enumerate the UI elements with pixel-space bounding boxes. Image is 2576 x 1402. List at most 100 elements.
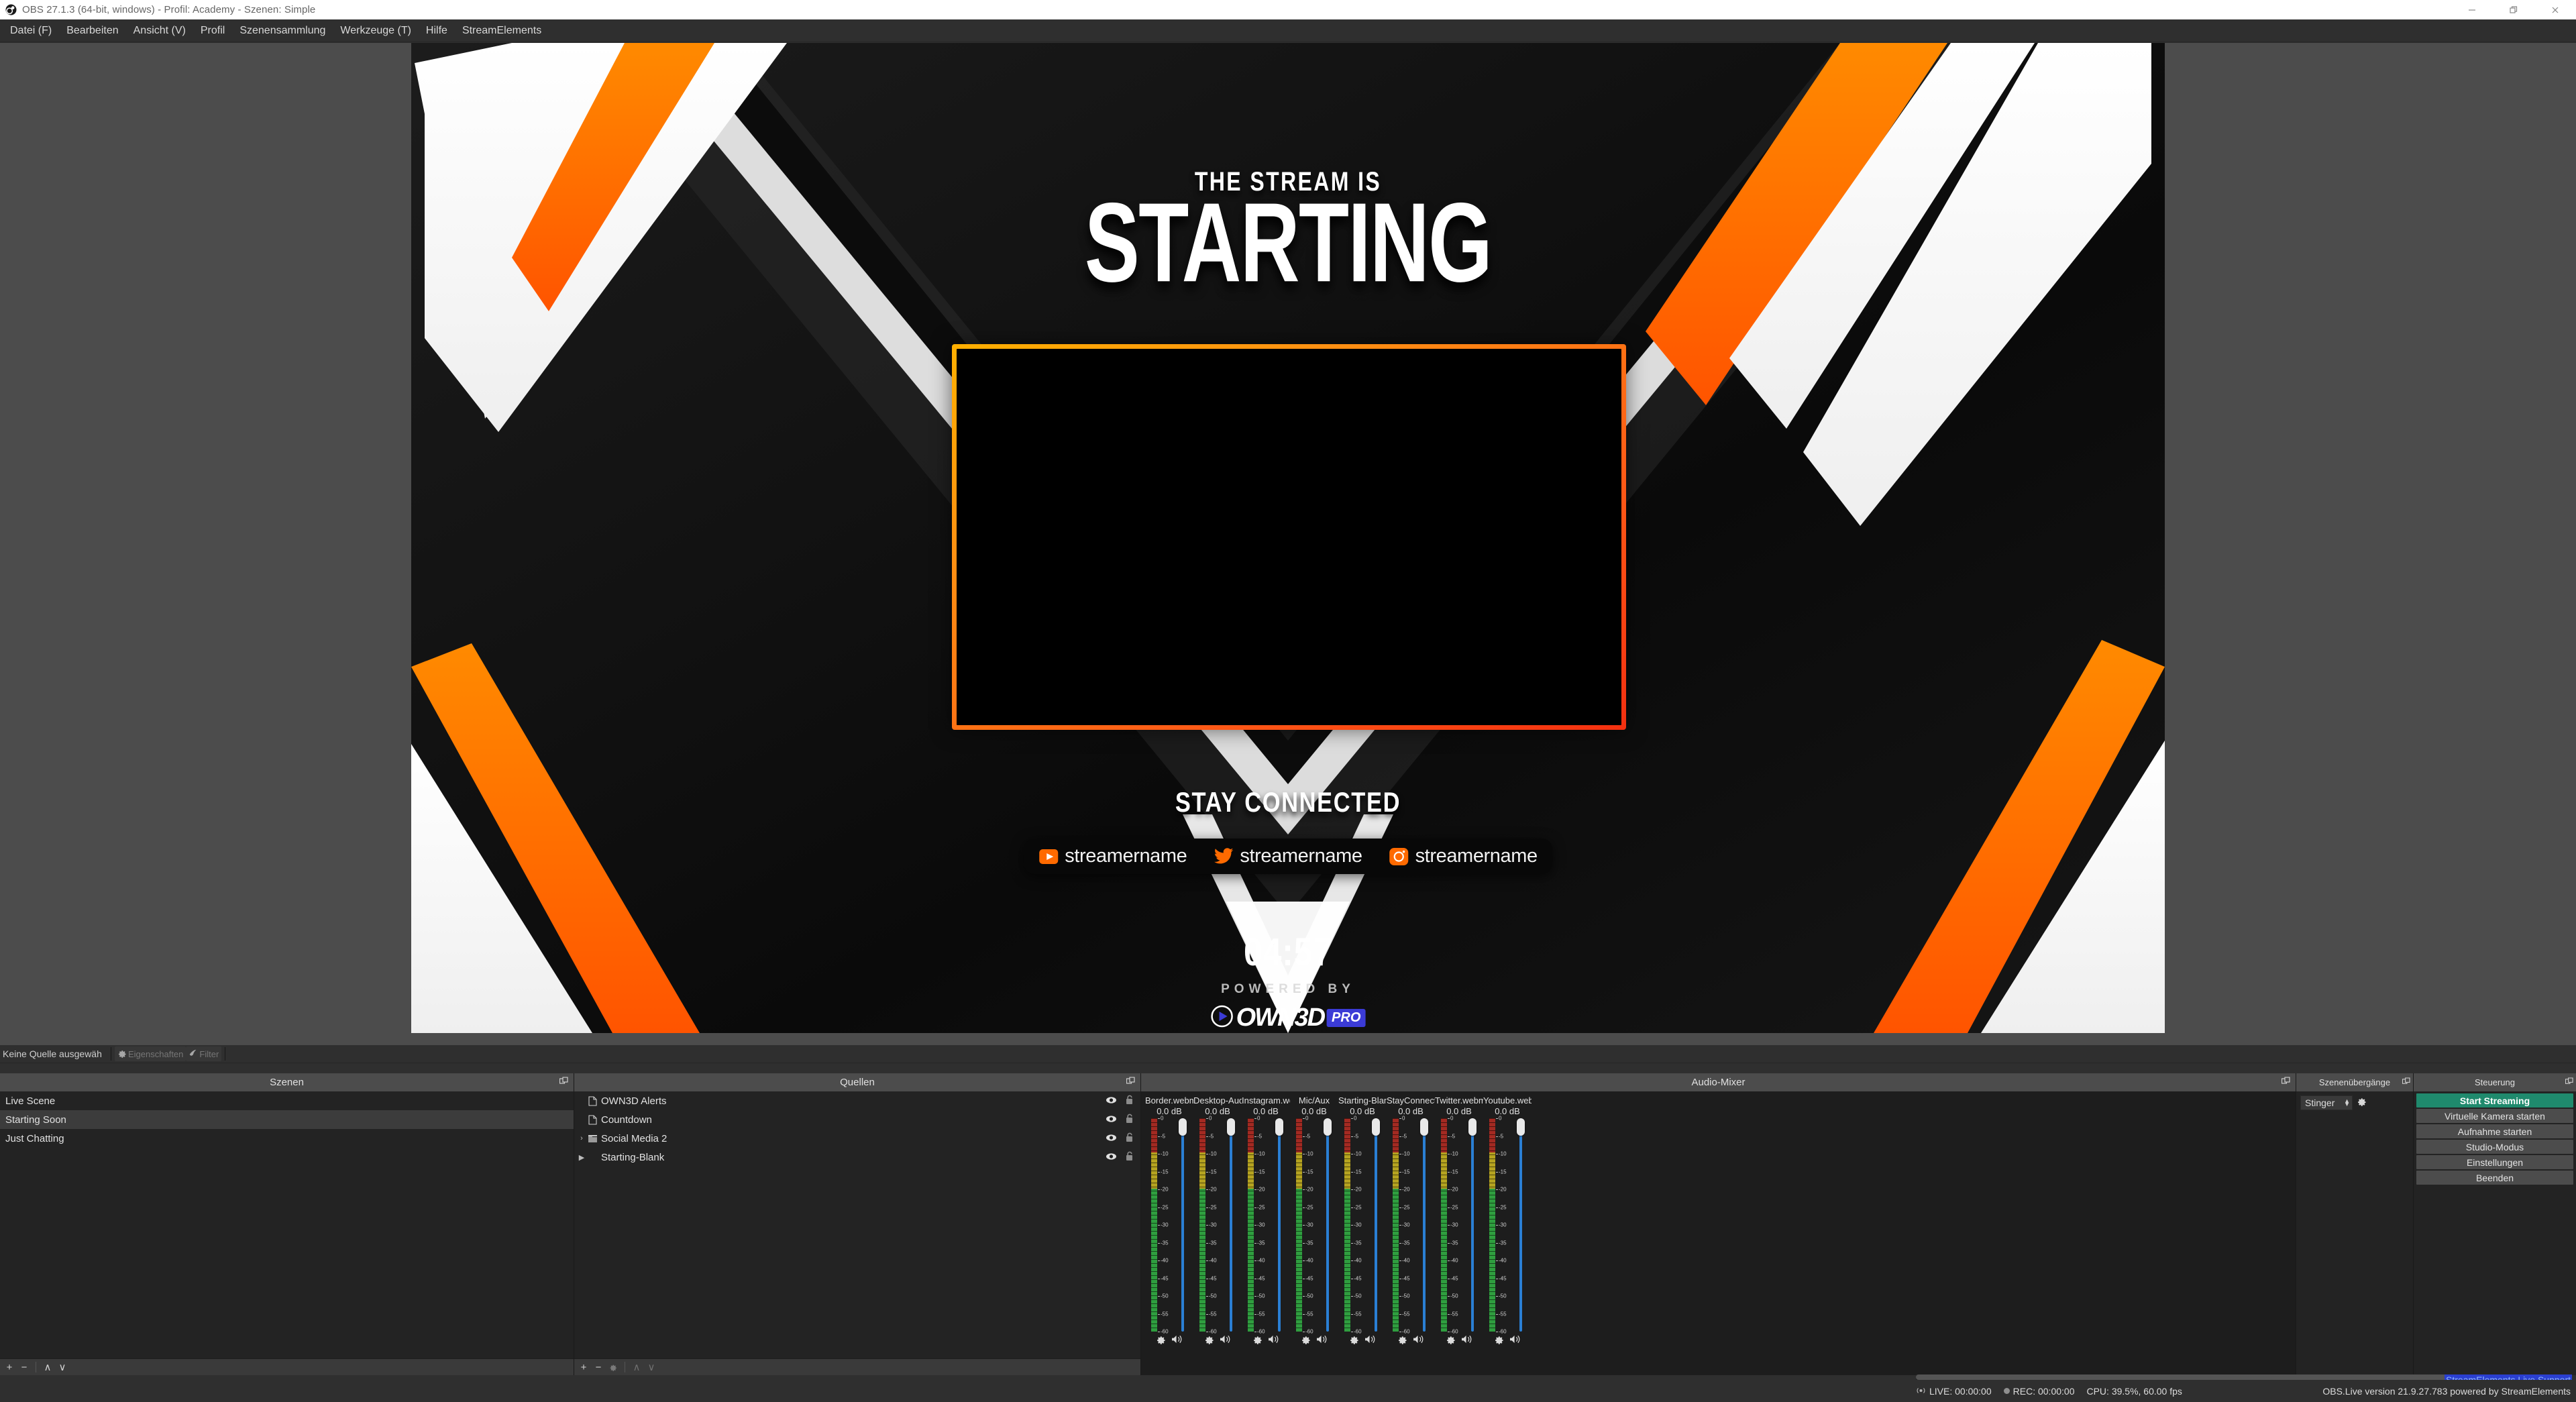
filters-button[interactable]: Filter <box>186 1046 222 1061</box>
undock-icon[interactable] <box>2565 1077 2573 1088</box>
move-scene-up-button[interactable]: ∧ <box>41 1360 54 1374</box>
source-item-starting-blank[interactable]: ▶ Starting-Blank <box>574 1148 1140 1167</box>
volume-fader-knob[interactable] <box>1372 1118 1380 1136</box>
eye-icon[interactable] <box>1106 1114 1117 1126</box>
volume-fader-track[interactable] <box>1423 1134 1426 1332</box>
speaker-icon[interactable] <box>1364 1334 1376 1344</box>
menu-item-ansicht[interactable]: Ansicht (V) <box>126 22 193 40</box>
mixer-channels[interactable]: Border.webm 0.0 dB 0 -5 -10 -15 -20 -25 -30 -35 -4… <box>1141 1091 2296 1375</box>
add-source-button[interactable]: + <box>577 1360 590 1374</box>
volume-fader-knob[interactable] <box>1468 1118 1477 1136</box>
unlock-icon[interactable] <box>1125 1095 1134 1108</box>
scene-item-starting-soon[interactable]: Starting Soon <box>0 1110 574 1129</box>
volume-fader-track[interactable] <box>1278 1134 1281 1332</box>
speaker-icon[interactable] <box>1509 1334 1521 1344</box>
gear-icon[interactable] <box>1156 1334 1166 1344</box>
undock-icon[interactable] <box>1126 1076 1135 1088</box>
menu-item-bearbeiten[interactable]: Bearbeiten <box>59 22 125 40</box>
volume-fader-knob[interactable] <box>1517 1118 1525 1136</box>
scene-item-live-scene[interactable]: Live Scene <box>0 1091 574 1110</box>
volume-fader-track[interactable] <box>1326 1134 1329 1332</box>
undock-icon[interactable] <box>559 1076 568 1088</box>
gear-icon[interactable] <box>1252 1334 1263 1344</box>
menu-item-streamelements[interactable]: StreamElements <box>455 22 549 40</box>
eye-icon[interactable] <box>1106 1133 1117 1144</box>
speaker-icon[interactable] <box>1268 1334 1279 1344</box>
volume-fader[interactable] <box>1323 1118 1332 1332</box>
volume-fader-track[interactable] <box>1375 1134 1377 1332</box>
gear-icon[interactable] <box>1397 1334 1407 1344</box>
volume-fader[interactable] <box>1516 1118 1525 1332</box>
volume-fader[interactable] <box>1371 1118 1381 1332</box>
properties-button[interactable]: Eigenschaften <box>115 1046 186 1061</box>
unlock-icon[interactable] <box>1125 1114 1134 1126</box>
exit-button[interactable]: Beenden <box>2416 1171 2573 1185</box>
mixer-scrollbar-track[interactable] <box>1916 1374 2509 1380</box>
volume-fader-track[interactable] <box>1471 1134 1474 1332</box>
webcam-frame[interactable] <box>952 344 1626 730</box>
speaker-icon[interactable] <box>1413 1334 1424 1344</box>
start-streaming-button[interactable]: Start Streaming <box>2416 1093 2573 1108</box>
source-item-social-media-2[interactable]: › Social Media 2 <box>574 1129 1140 1148</box>
move-source-down-button[interactable]: ∨ <box>645 1360 658 1374</box>
volume-fader[interactable] <box>1419 1118 1429 1332</box>
speaker-icon[interactable] <box>1171 1334 1183 1344</box>
menu-item-datei[interactable]: Datei (F) <box>3 22 59 40</box>
studio-mode-button[interactable]: Studio-Modus <box>2416 1140 2573 1154</box>
gear-icon[interactable] <box>1349 1334 1359 1344</box>
scene-item-just-chatting[interactable]: Just Chatting <box>0 1129 574 1148</box>
gear-icon[interactable] <box>2357 1096 2367 1110</box>
restore-icon[interactable] <box>2493 0 2534 19</box>
unlock-icon[interactable] <box>1125 1132 1134 1145</box>
gear-icon[interactable] <box>1494 1334 1504 1344</box>
chevron-updown-icon[interactable]: ▲ ▼ <box>2344 1098 2350 1108</box>
menu-item-szenensammlung[interactable]: Szenensammlung <box>232 22 333 40</box>
transition-select[interactable]: Stinger ▲ ▼ <box>2300 1095 2353 1110</box>
unlock-icon[interactable] <box>1125 1151 1134 1164</box>
volume-fader-knob[interactable] <box>1324 1118 1332 1136</box>
close-icon[interactable] <box>2534 0 2576 19</box>
volume-fader-knob[interactable] <box>1179 1118 1187 1136</box>
volume-fader[interactable] <box>1178 1118 1187 1332</box>
source-item-own3d-alerts[interactable]: OWN3D Alerts <box>574 1091 1140 1110</box>
start-recording-button[interactable]: Aufnahme starten <box>2416 1124 2573 1138</box>
preview-area[interactable]: THE STREAM IS STARTING STAY CONNECTED st… <box>0 43 2576 1045</box>
speaker-icon[interactable] <box>1461 1334 1472 1344</box>
eye-icon[interactable] <box>1106 1152 1117 1163</box>
remove-scene-button[interactable]: − <box>17 1360 31 1374</box>
scenes-list[interactable]: Live Scene Starting Soon Just Chatting <box>0 1091 574 1358</box>
gear-icon[interactable] <box>606 1360 620 1374</box>
volume-fader[interactable] <box>1275 1118 1284 1332</box>
mixer-scrollbar-thumb[interactable] <box>1916 1374 2509 1380</box>
gear-icon[interactable] <box>1301 1334 1311 1344</box>
add-scene-button[interactable]: + <box>3 1360 16 1374</box>
volume-fader-knob[interactable] <box>1227 1118 1235 1136</box>
settings-button[interactable]: Einstellungen <box>2416 1155 2573 1169</box>
speaker-icon[interactable] <box>1220 1334 1231 1344</box>
source-item-countdown[interactable]: Countdown <box>574 1110 1140 1129</box>
menu-item-profil[interactable]: Profil <box>193 22 232 40</box>
remove-source-button[interactable]: − <box>592 1360 605 1374</box>
volume-fader-track[interactable] <box>1230 1134 1232 1332</box>
minimize-icon[interactable] <box>2451 0 2493 19</box>
menu-item-hilfe[interactable]: Hilfe <box>419 22 455 40</box>
move-source-up-button[interactable]: ∧ <box>630 1360 643 1374</box>
volume-fader[interactable] <box>1226 1118 1236 1332</box>
undock-icon[interactable] <box>2402 1077 2410 1088</box>
gear-icon[interactable] <box>1204 1334 1214 1344</box>
chevron-right-icon[interactable]: › <box>577 1134 586 1142</box>
triangle-right-icon[interactable]: ▶ <box>577 1153 586 1162</box>
move-scene-down-button[interactable]: ∨ <box>56 1360 69 1374</box>
volume-fader-knob[interactable] <box>1275 1118 1283 1136</box>
speaker-icon[interactable] <box>1316 1334 1328 1344</box>
volume-fader[interactable] <box>1468 1118 1477 1332</box>
eye-icon[interactable] <box>1106 1095 1117 1107</box>
sources-list[interactable]: OWN3D Alerts Countdown › Social Media 2 … <box>574 1091 1140 1358</box>
start-virtual-camera-button[interactable]: Virtuelle Kamera starten <box>2416 1109 2573 1123</box>
undock-icon[interactable] <box>2281 1076 2290 1088</box>
gear-icon[interactable] <box>1446 1334 1456 1344</box>
preview-canvas[interactable]: THE STREAM IS STARTING STAY CONNECTED st… <box>411 43 2165 1033</box>
menu-item-werkzeuge[interactable]: Werkzeuge (T) <box>333 22 419 40</box>
volume-fader-track[interactable] <box>1519 1134 1522 1332</box>
volume-fader-track[interactable] <box>1181 1134 1184 1332</box>
